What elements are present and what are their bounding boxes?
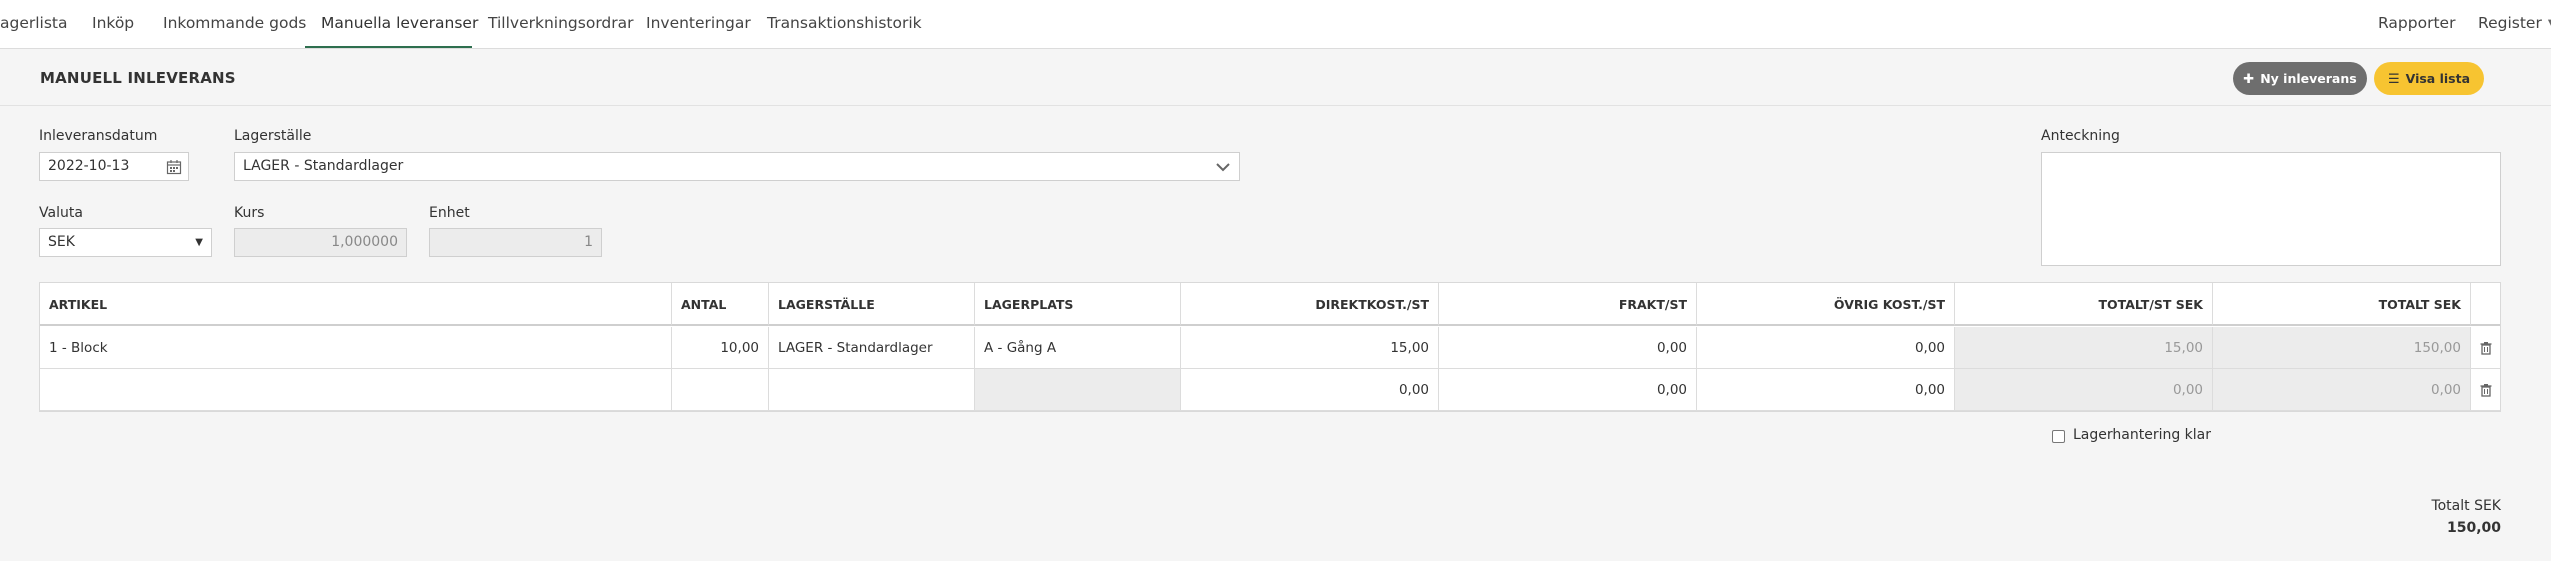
table-cell-direktkost[interactable]: 0,00 bbox=[1181, 369, 1439, 411]
table-cell-frakt[interactable]: 0,00 bbox=[1439, 369, 1697, 411]
col-header-ovrig-kost: ÖVRIG KOST./ST bbox=[1697, 283, 1955, 326]
total-label: Totalt SEK bbox=[2431, 498, 2501, 514]
col-header-antal: ANTAL bbox=[672, 283, 769, 326]
tab-tillverkningsordrar[interactable]: Tillverkningsordrar bbox=[472, 0, 650, 48]
note-textarea[interactable] bbox=[2041, 152, 2501, 266]
currency-select[interactable]: SEK ▼ bbox=[39, 228, 212, 257]
new-delivery-button[interactable]: ✚ Ny inleverans bbox=[2233, 62, 2367, 95]
col-header-totalt-st: TOTALT/ST SEK bbox=[1955, 283, 2213, 326]
list-icon: ☰ bbox=[2387, 72, 2400, 87]
table-cell-antal[interactable] bbox=[672, 369, 769, 411]
new-delivery-label: Ny inleverans bbox=[2260, 71, 2357, 86]
table-cell-actions bbox=[2471, 369, 2500, 411]
table-cell-artikel[interactable]: 1 - Block bbox=[40, 327, 672, 369]
delivery-table: ARTIKEL ANTAL LAGERSTÄLLE LAGERPLATS DIR… bbox=[39, 282, 2501, 412]
trash-icon[interactable] bbox=[2479, 383, 2493, 397]
table-cell-direktkost[interactable]: 15,00 bbox=[1181, 327, 1439, 369]
trash-icon[interactable] bbox=[2479, 341, 2493, 355]
table-cell-ovrig-kost[interactable]: 0,00 bbox=[1697, 369, 1955, 411]
page-header: MANUELL INLEVERANS ✚ Ny inleverans ☰ Visa … bbox=[0, 49, 2551, 106]
table-cell-lagerstalle[interactable]: LAGER - Standardlager bbox=[769, 327, 975, 369]
stock-done-label: Lagerhantering klar bbox=[2073, 427, 2212, 443]
total-value: 150,00 bbox=[2446, 520, 2501, 536]
location-select[interactable]: LAGER - Standardlager bbox=[234, 152, 1240, 181]
col-header-artikel: ARTIKEL bbox=[40, 283, 672, 326]
unit-label: Enhet bbox=[429, 205, 470, 221]
col-header-lagerstalle: LAGERSTÄLLE bbox=[769, 283, 975, 326]
table-cell-artikel[interactable] bbox=[40, 369, 672, 411]
table-cell-actions bbox=[2471, 327, 2500, 369]
table-cell-lagerplats bbox=[975, 369, 1181, 411]
rate-input: 1,000000 bbox=[234, 228, 407, 257]
date-value: 2022-10-13 bbox=[48, 158, 130, 174]
date-input[interactable]: 2022-10-13 bbox=[39, 152, 189, 181]
calendar-icon[interactable] bbox=[166, 159, 182, 175]
location-label: Lagerställe bbox=[234, 128, 312, 144]
tab-inventeringar[interactable]: Inventeringar bbox=[630, 0, 767, 48]
location-value: LAGER - Standardlager bbox=[243, 158, 404, 174]
show-list-label: Visa lista bbox=[2405, 71, 2471, 86]
table-cell-totalt-st: 15,00 bbox=[1955, 327, 2213, 369]
stock-done-checkbox[interactable] bbox=[2052, 430, 2065, 443]
table-cell-lagerplats[interactable]: A - Gång A bbox=[975, 327, 1181, 369]
currency-value: SEK bbox=[48, 234, 75, 250]
table-cell-totalt-st: 0,00 bbox=[1955, 369, 2213, 411]
tab-transaktionshistorik[interactable]: Transaktionshistorik bbox=[751, 0, 938, 48]
top-nav: agerlista Inköp Inkommande gods Manuella… bbox=[0, 0, 2551, 49]
reports-menu[interactable]: Rapporter bbox=[2378, 0, 2455, 48]
plus-icon: ✚ bbox=[2243, 72, 2255, 87]
show-list-button[interactable]: ☰ Visa lista bbox=[2374, 62, 2484, 95]
unit-input: 1 bbox=[429, 228, 602, 257]
table-cell-frakt[interactable]: 0,00 bbox=[1439, 327, 1697, 369]
note-label: Anteckning bbox=[2041, 128, 2120, 144]
tab-inkommande-gods[interactable]: Inkommande gods bbox=[147, 0, 322, 48]
table-cell-antal[interactable]: 10,00 bbox=[672, 327, 769, 369]
chevron-down-icon bbox=[1216, 163, 1230, 172]
currency-label: Valuta bbox=[39, 205, 83, 221]
date-label: Inleveransdatum bbox=[39, 128, 158, 144]
table-cell-ovrig-kost[interactable]: 0,00 bbox=[1697, 327, 1955, 369]
tab-inkop[interactable]: Inköp bbox=[76, 0, 150, 48]
tab-lagerlista[interactable]: agerlista bbox=[0, 0, 84, 48]
tab-manuella-leveranser[interactable]: Manuella leveranser bbox=[305, 0, 478, 48]
col-header-lagerplats: LAGERPLATS bbox=[975, 283, 1181, 326]
table-cell-lagerstalle[interactable] bbox=[769, 369, 975, 411]
caret-down-icon: ▼ bbox=[195, 237, 203, 248]
page-title: MANUELL INLEVERANS bbox=[40, 69, 236, 87]
col-header-totalt: TOTALT SEK bbox=[2213, 283, 2471, 326]
table-cell-totalt: 150,00 bbox=[2213, 327, 2471, 369]
table-cell-totalt: 0,00 bbox=[2213, 369, 2471, 411]
col-header-actions bbox=[2471, 283, 2500, 326]
col-header-frakt: FRAKT/ST bbox=[1439, 283, 1697, 326]
register-menu[interactable]: Register▼ bbox=[2478, 0, 2551, 48]
register-label: Register bbox=[2478, 14, 2542, 32]
col-header-direktkost: DIREKTKOST./ST bbox=[1181, 283, 1439, 326]
rate-label: Kurs bbox=[234, 205, 265, 221]
